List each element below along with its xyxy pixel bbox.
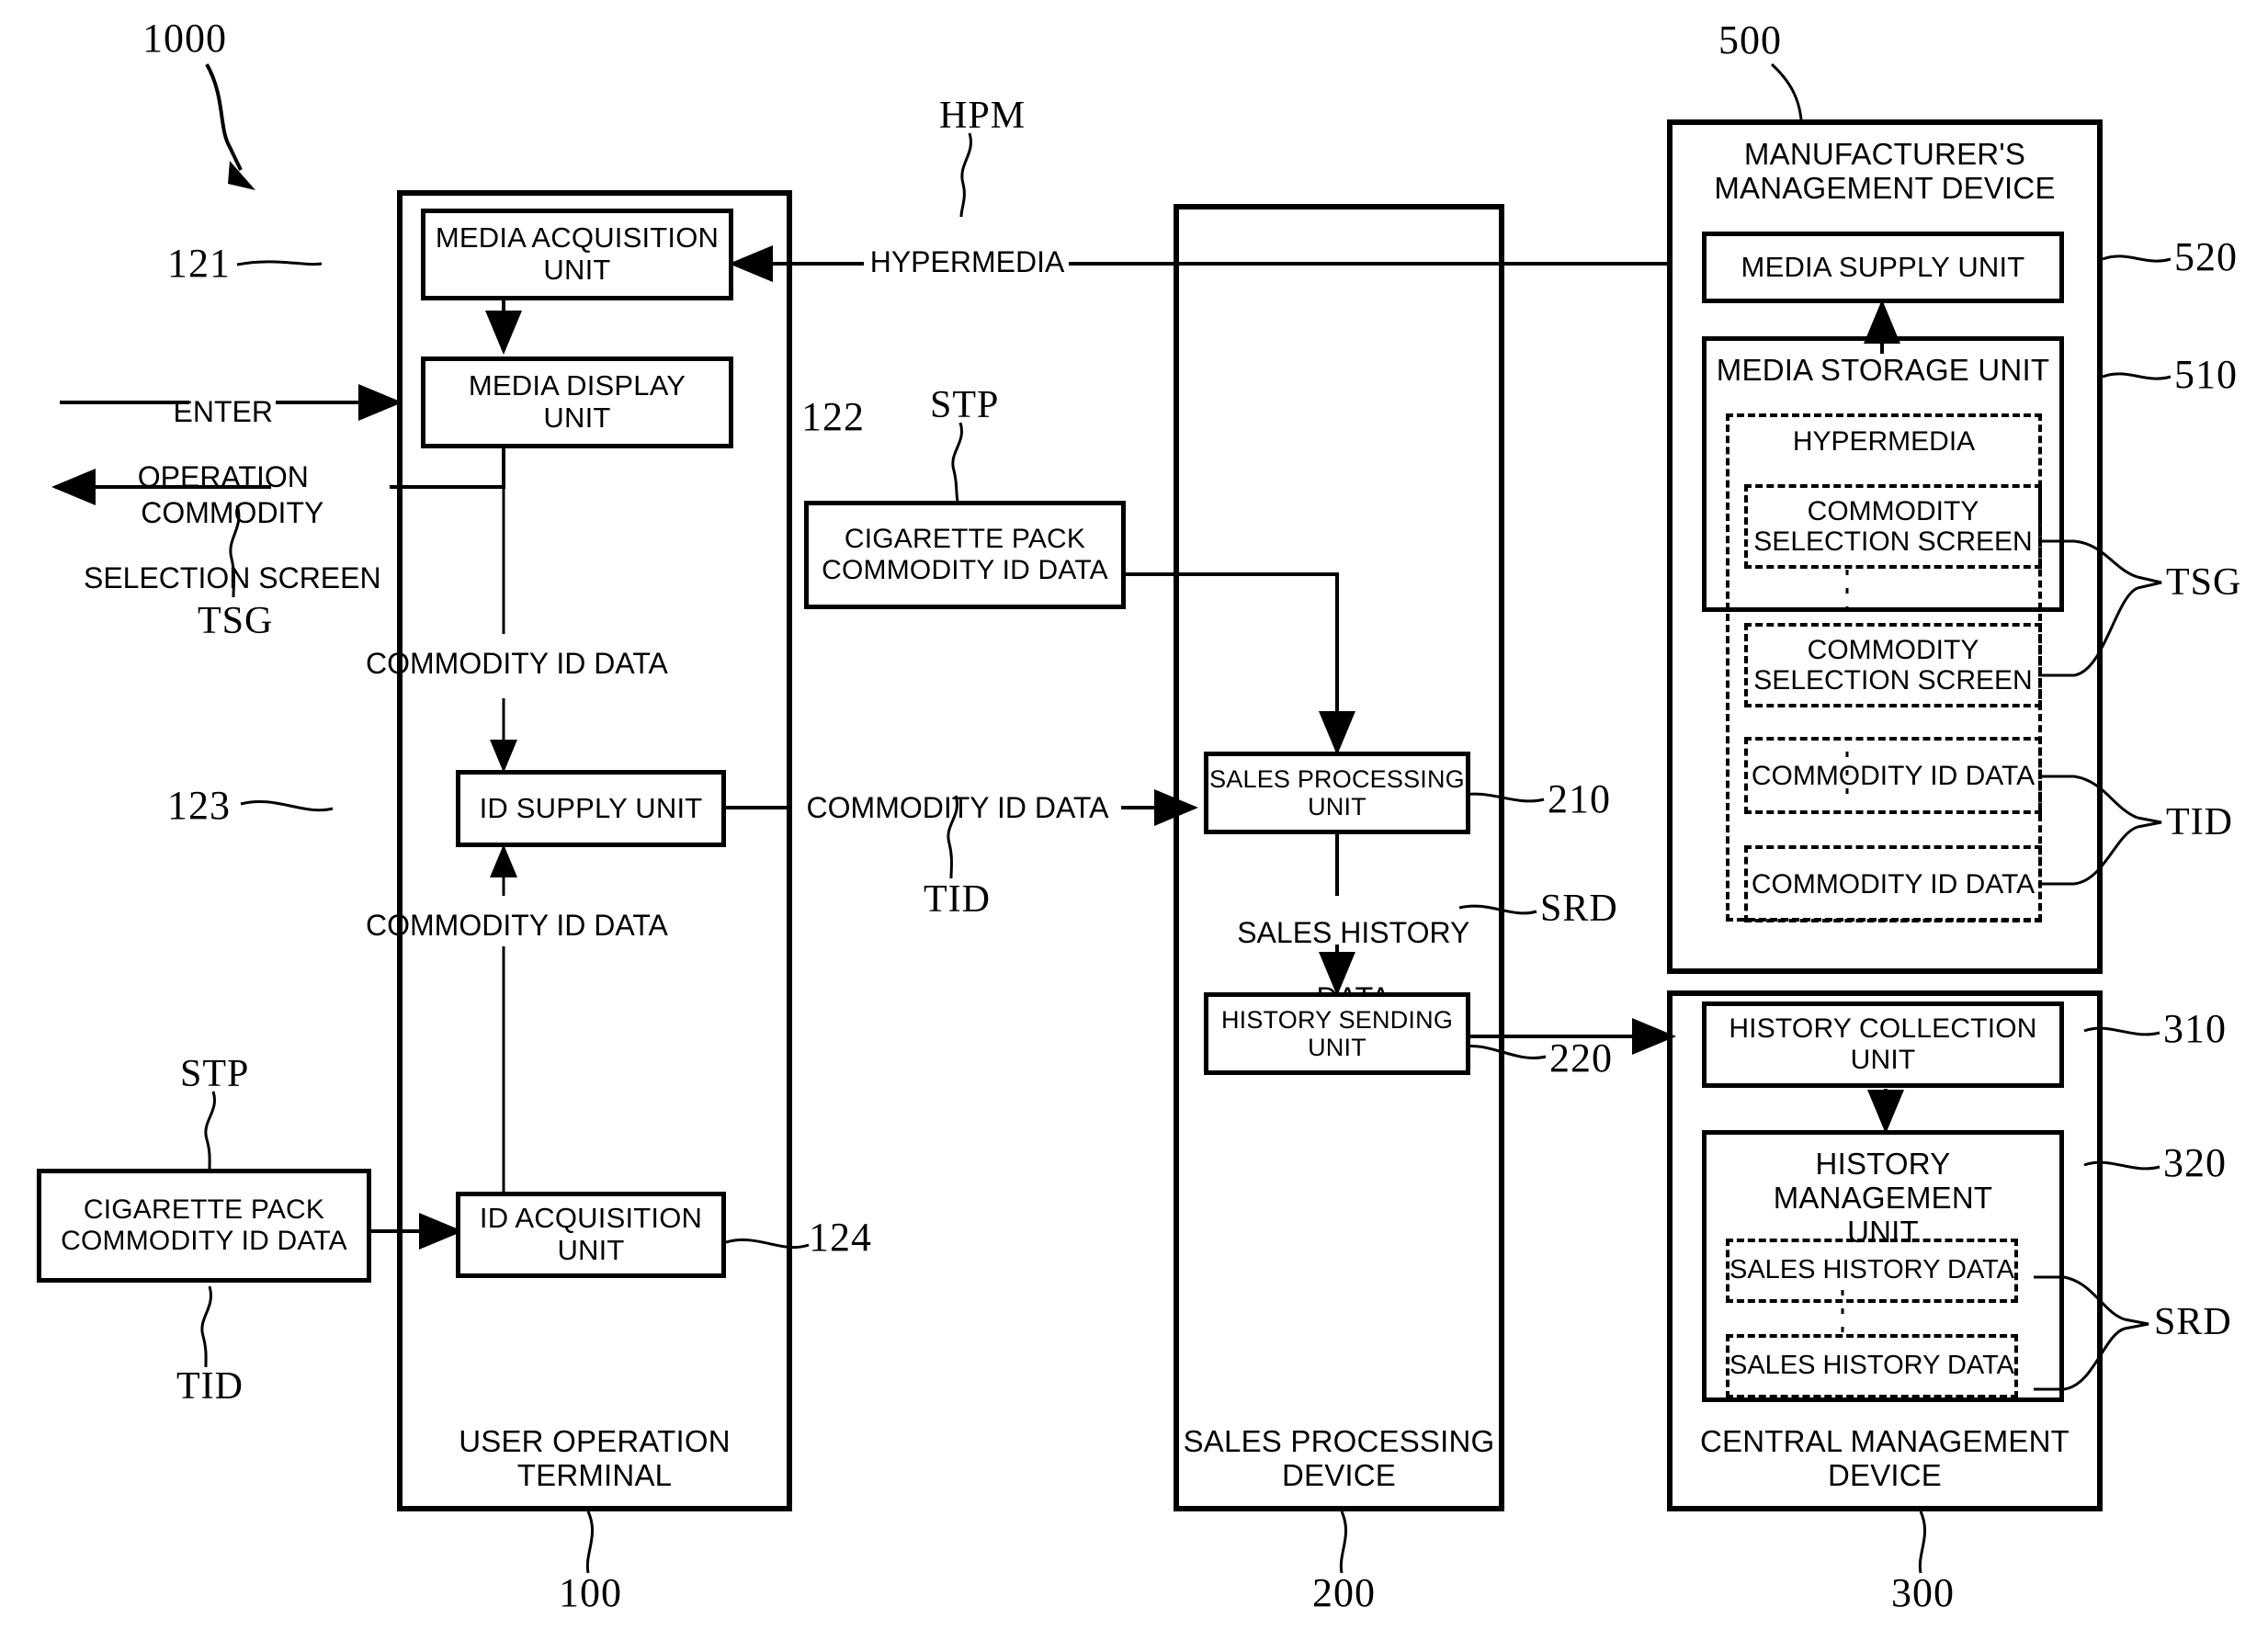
- code-tid-right: TID: [2166, 801, 2233, 843]
- central-management-device-title: CENTRAL MANAGEMENT DEVICE: [1699, 1424, 2070, 1493]
- commodity-selection-screen-2: COMMODITY SELECTION SCREEN: [1744, 623, 2042, 707]
- sales-history-data-record-2-label: SALES HISTORY DATA: [1729, 1351, 2014, 1381]
- id-acquisition-unit[interactable]: ID ACQUISITION UNIT: [456, 1192, 726, 1278]
- id-supply-unit[interactable]: ID SUPPLY UNIT: [456, 770, 726, 847]
- ref-320: 320: [2163, 1140, 2227, 1185]
- ref-123: 123: [167, 783, 231, 828]
- sales-processing-unit-label: SALES PROCESSING UNIT: [1209, 764, 1465, 820]
- manufacturers-management-device-title: MANUFACTURER'S MANAGEMENT DEVICE: [1714, 137, 2056, 205]
- ref-sales-device-200: 200: [1312, 1570, 1376, 1615]
- cigarette-pack-middle-label: CIGARETTE PACK COMMODITY ID DATA: [822, 524, 1108, 585]
- cigarette-pack-commodity-id-data-left: CIGARETTE PACK COMMODITY ID DATA: [37, 1169, 371, 1283]
- commodity-id-data-2-label: COMMODITY ID DATA: [1751, 868, 2036, 900]
- cigarette-pack-left-label: CIGARETTE PACK COMMODITY ID DATA: [61, 1194, 347, 1256]
- media-acquisition-unit-label: MEDIA ACQUISITION UNIT: [435, 221, 720, 286]
- sales-history-data-record-2: SALES HISTORY DATA: [1726, 1334, 2018, 1398]
- commodity-selection-screen-1-label: COMMODITY SELECTION SCREEN: [1753, 496, 2033, 557]
- ref-system-1000: 1000: [142, 16, 227, 61]
- history-management-unit-label: HISTORY MANAGEMENT UNIT: [1773, 1147, 1993, 1249]
- ref-124: 124: [809, 1215, 872, 1260]
- sales-processing-unit[interactable]: SALES PROCESSING UNIT: [1204, 752, 1470, 834]
- ref-210: 210: [1548, 776, 1611, 821]
- commodity-id-data-1: COMMODITY ID DATA: [1744, 737, 2042, 814]
- commodity-id-data-1-label: COMMODITY ID DATA: [1751, 760, 2036, 791]
- media-display-unit-label: MEDIA DISPLAY UNIT: [468, 369, 686, 434]
- code-tid-middle: TID: [924, 878, 991, 921]
- commodity-selection-screen-1: COMMODITY SELECTION SCREEN: [1744, 484, 2042, 569]
- ref-520: 520: [2174, 234, 2238, 279]
- history-sending-unit-label: HISTORY SENDING UNIT: [1220, 1005, 1454, 1061]
- media-storage-unit-label: MEDIA STORAGE UNIT: [1716, 353, 2050, 387]
- history-collection-unit[interactable]: HISTORY COLLECTION UNIT: [1702, 1001, 2064, 1088]
- cigarette-pack-commodity-id-data-middle: CIGARETTE PACK COMMODITY ID DATA: [804, 501, 1126, 609]
- code-tsg-right: TSG: [2166, 561, 2242, 604]
- id-supply-unit-label: ID SUPPLY UNIT: [479, 791, 703, 824]
- sales-processing-device-title: SALES PROCESSING DEVICE: [1183, 1424, 1495, 1493]
- sales-history-data-record-1-label: SALES HISTORY DATA: [1729, 1255, 2014, 1285]
- code-hpm: HPM: [939, 95, 1026, 137]
- ref-121: 121: [167, 241, 231, 286]
- media-supply-unit[interactable]: MEDIA SUPPLY UNIT: [1702, 232, 2064, 303]
- ref-terminal-100: 100: [559, 1570, 622, 1615]
- ref-510: 510: [2174, 352, 2238, 397]
- code-tid-left: TID: [176, 1365, 244, 1408]
- commodity-selection-screen-2-label: COMMODITY SELECTION SCREEN: [1753, 635, 2033, 696]
- flow-commodity-id-data-upper: COMMODITY ID DATA: [366, 647, 668, 680]
- id-acquisition-unit-label: ID ACQUISITION UNIT: [479, 1202, 703, 1266]
- code-stp-left: STP: [180, 1053, 250, 1095]
- code-srd-central: SRD: [2154, 1301, 2232, 1343]
- hypermedia-flow-label: HYPERMEDIA: [869, 245, 1065, 278]
- history-collection-unit-label: HISTORY COLLECTION UNIT: [1729, 1013, 2037, 1075]
- commodity-id-data-flow-label: COMMODITY ID DATA: [806, 791, 1109, 824]
- flow-commodity-id-data-lower: COMMODITY ID DATA: [366, 909, 668, 942]
- media-acquisition-unit[interactable]: MEDIA ACQUISITION UNIT: [421, 209, 733, 300]
- ref-122: 122: [801, 394, 865, 439]
- sales-history-data-record-1: SALES HISTORY DATA: [1726, 1239, 2018, 1303]
- code-tsg-left: TSG: [198, 600, 274, 642]
- ref-220: 220: [1549, 1035, 1613, 1081]
- code-srd-sales: SRD: [1540, 888, 1618, 930]
- code-stp-middle: STP: [930, 384, 1000, 426]
- sales-processing-device: SALES PROCESSING DEVICE: [1174, 204, 1504, 1511]
- user-operation-terminal-title: USER OPERATION TERMINAL: [459, 1424, 731, 1493]
- media-display-unit[interactable]: MEDIA DISPLAY UNIT: [421, 356, 733, 448]
- history-sending-unit[interactable]: HISTORY SENDING UNIT: [1204, 992, 1470, 1075]
- ref-manufacturer-500: 500: [1718, 17, 1782, 62]
- hypermedia-container-label: HYPERMEDIA: [1792, 426, 1976, 457]
- media-supply-unit-label: MEDIA SUPPLY UNIT: [1741, 250, 2025, 283]
- patent-figure: 1000 USER OPERATION TERMINAL 100 MEDIA A…: [0, 0, 2268, 1652]
- ref-central-300: 300: [1891, 1570, 1955, 1615]
- commodity-id-data-2: COMMODITY ID DATA: [1744, 845, 2042, 922]
- ref-310: 310: [2163, 1006, 2227, 1051]
